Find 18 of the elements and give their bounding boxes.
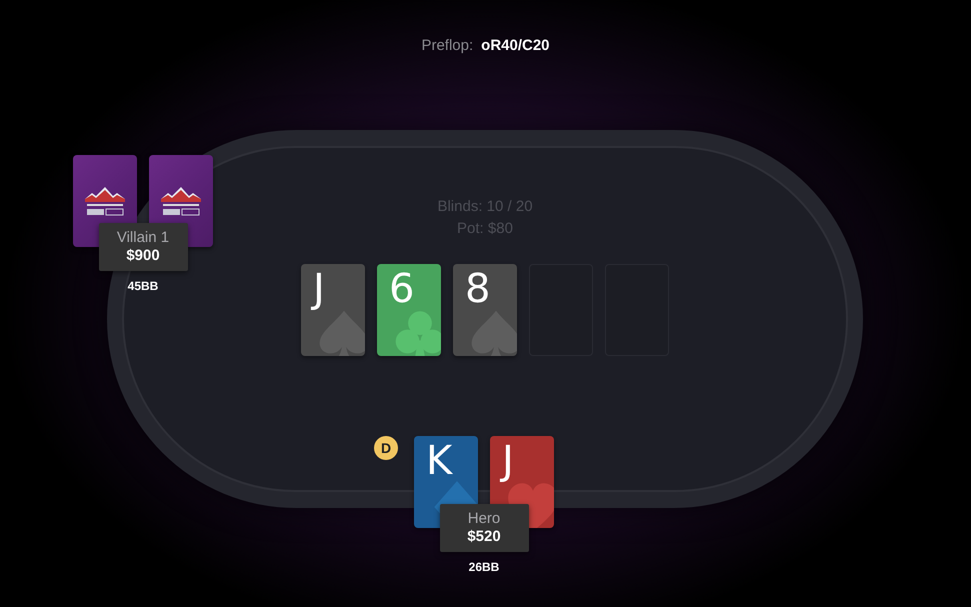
- street-label: Preflop:: [421, 37, 474, 54]
- card-rank: K: [426, 441, 452, 481]
- big-blind-count: 45BB: [128, 279, 158, 293]
- card-rank: J: [502, 441, 514, 481]
- action-summary: oR40/C20: [481, 37, 550, 54]
- card-rank: J: [313, 269, 325, 309]
- spade-icon: [469, 308, 517, 356]
- player-name: Villain 1: [116, 229, 170, 247]
- player-stack: $900: [126, 247, 160, 265]
- spade-icon: [317, 308, 365, 356]
- big-blind-count: 26BB: [468, 560, 500, 574]
- player-stack: $520: [467, 528, 501, 546]
- card-rank: 6: [389, 269, 414, 309]
- heart-icon: [506, 480, 554, 528]
- player-name: Hero: [468, 510, 500, 528]
- card-rank: 8: [465, 269, 490, 309]
- mountain-logo-icon: [159, 185, 203, 217]
- mountain-logo-icon: [83, 185, 127, 217]
